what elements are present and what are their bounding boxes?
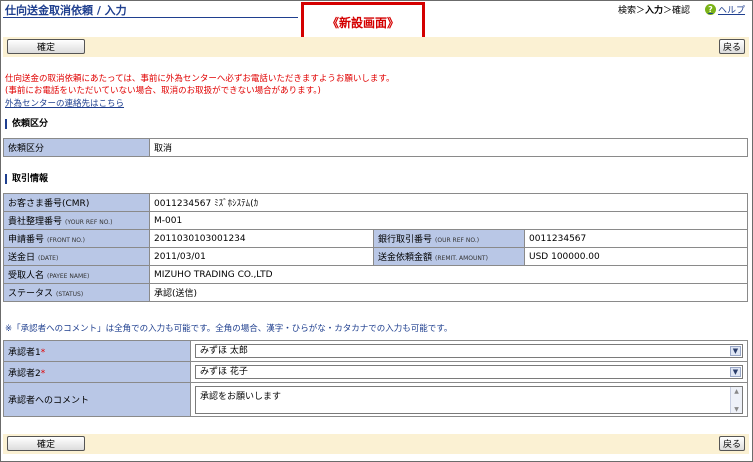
top-button-bar: 確定 戻る [3, 37, 749, 57]
approver1-label: 承認者1* [3, 340, 191, 362]
table-row: お客さま番号(CMR) 0011234567 ﾐｽﾞﾎｼｽﾃﾑ(ｶ [3, 193, 748, 212]
table-row: 貴社整理番号 (YOUR REF NO.) M-001 [3, 211, 748, 230]
date-value: 2011/03/01 [149, 247, 374, 266]
your-ref-value: M-001 [149, 211, 748, 230]
step-confirm: ＞確認 [663, 6, 691, 16]
approver-table: 承認者1* みずほ 太郎 ▼ 承認者2* みずほ 花子 ▼ 承認者へのコメント … [3, 340, 748, 417]
table-row: 受取人名 (PAYEE NAME) MIZUHO TRADING CO.,LTD [3, 265, 748, 284]
request-type-value: 取消 [149, 138, 748, 157]
section-heading-request-type: 依頼区分 [5, 119, 48, 129]
step-breadcrumb: 検索＞入力＞確認 [618, 3, 690, 16]
table-row: 承認者1* みずほ 太郎 ▼ [3, 340, 748, 362]
help-icon: ? [705, 4, 716, 15]
customer-no-value: 0011234567 ﾐｽﾞﾎｼｽﾃﾑ(ｶ [149, 193, 748, 212]
approver2-select[interactable]: みずほ 花子 ▼ [195, 365, 743, 379]
approver-comment-textarea[interactable]: 承認をお願いします ▲ ▼ [195, 385, 743, 414]
confirm-button-top[interactable]: 確定 [7, 39, 85, 54]
table-row: 送金日 (DATE) 2011/03/01 送金依頼金額 (REMIT. AMOUN… [3, 247, 748, 266]
help-link[interactable]: ? ヘルプ [705, 3, 745, 16]
approver2-selected-value: みずほ 花子 [200, 367, 248, 377]
notice-line-2: (事前にお電話をいただいていない場合、取消のお取扱ができない場合があります。) [5, 86, 321, 96]
scroll-up-icon[interactable]: ▲ [731, 387, 742, 396]
trade-info-table: お客さま番号(CMR) 0011234567 ﾐｽﾞﾎｼｽﾃﾑ(ｶ 貴社整理番号… [3, 193, 748, 302]
back-button-bottom[interactable]: 戻る [719, 436, 745, 451]
our-ref-value: 0011234567 [524, 229, 748, 248]
table-row: 申請番号 (FRONT NO.) 2011030103001234 銀行取引番号(… [3, 229, 748, 248]
title-underline [3, 17, 298, 18]
approver1-selected-value: みずほ 太郎 [200, 346, 248, 356]
approver-comment-label: 承認者へのコメント [3, 382, 191, 417]
payee-label: 受取人名 (PAYEE NAME) [3, 265, 150, 284]
chevron-down-icon[interactable]: ▼ [730, 346, 741, 356]
table-row: 承認者2* みずほ 花子 ▼ [3, 361, 748, 383]
status-label: ステータス (STATUS) [3, 283, 150, 302]
amount-label: 送金依頼金額 (REMIT. AMOUNT) [373, 247, 525, 266]
approver2-cell: みずほ 花子 ▼ [190, 361, 748, 383]
chevron-down-icon[interactable]: ▼ [730, 367, 741, 377]
table-row: 依頼区分 取消 [3, 138, 748, 157]
back-button-top[interactable]: 戻る [719, 39, 745, 54]
customer-no-label: お客さま番号(CMR) [3, 193, 150, 212]
confirm-button-bottom[interactable]: 確定 [7, 436, 85, 451]
our-ref-label: 銀行取引番号 (OUR REF NO.) [373, 229, 525, 248]
table-row: 承認者へのコメント 承認をお願いします ▲ ▼ [3, 382, 748, 417]
approver1-cell: みずほ 太郎 ▼ [190, 340, 748, 362]
request-type-label: 依頼区分 [3, 138, 150, 157]
status-value: 承認(送信) [149, 283, 748, 302]
approver-comment-cell: 承認をお願いします ▲ ▼ [190, 382, 748, 417]
help-label: ヘルプ [718, 6, 746, 16]
bottom-button-bar: 確定 戻る [3, 434, 749, 454]
step-input-current: 入力 [645, 6, 664, 16]
cancel-notice: 仕向送金の取消依頼にあたっては、事前に外為センターへ必ずお電話いただきますようお… [5, 73, 395, 97]
scroll-down-icon[interactable]: ▼ [731, 405, 742, 414]
fx-center-contact-link[interactable]: 外為センターの連絡先はこちら [5, 97, 124, 109]
payee-value: MIZUHO TRADING CO.,LTD [149, 265, 748, 284]
comment-input-note: ※「承認者へのコメント」は全角での入力も可能です。全角の場合、漢字・ひらがな・カ… [5, 324, 453, 334]
step-search: 検索＞ [618, 6, 646, 16]
your-ref-label: 貴社整理番号 (YOUR REF NO.) [3, 211, 150, 230]
approver2-label: 承認者2* [3, 361, 191, 383]
date-label: 送金日 (DATE) [3, 247, 150, 266]
page-title: 仕向送金取消依頼 / 入力 [5, 4, 127, 17]
request-type-table: 依頼区分 取消 [3, 138, 748, 157]
front-no-label: 申請番号 (FRONT NO.) [3, 229, 150, 248]
approver1-select[interactable]: みずほ 太郎 ▼ [195, 344, 743, 358]
section-heading-trade-info: 取引情報 [5, 174, 48, 184]
amount-value: USD 100000.00 [524, 247, 748, 266]
front-no-value: 2011030103001234 [149, 229, 374, 248]
approver-comment-text: 承認をお願いします [200, 391, 282, 402]
notice-line-1: 仕向送金の取消依頼にあたっては、事前に外為センターへ必ずお電話いただきますようお… [5, 74, 395, 84]
table-row: ステータス (STATUS) 承認(送信) [3, 283, 748, 302]
textarea-scrollbar[interactable]: ▲ ▼ [730, 386, 742, 414]
